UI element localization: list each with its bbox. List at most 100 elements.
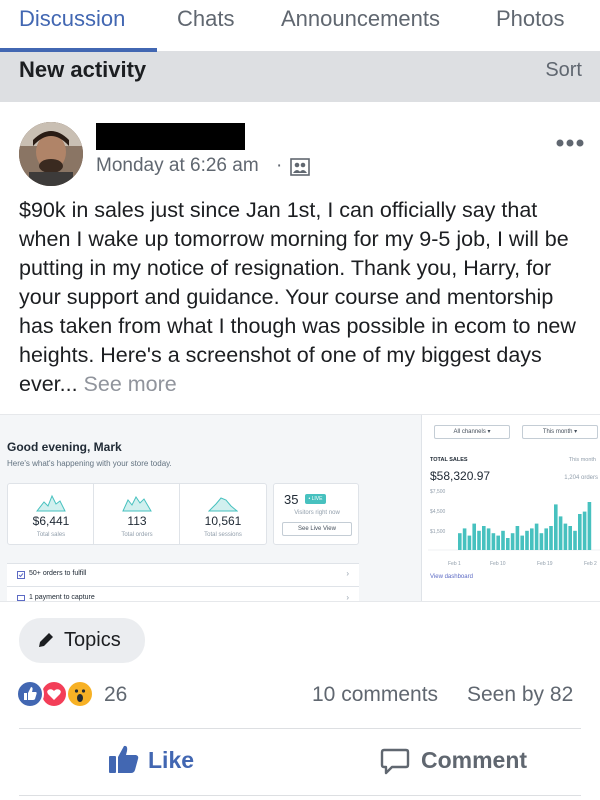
live-subtitle: Visitors right now xyxy=(294,510,340,516)
period-dropdown: This month ▾ xyxy=(522,425,598,439)
chevron-right-icon: › xyxy=(346,593,349,602)
channel-dropdown: All channels ▾ xyxy=(434,425,510,439)
sparkline-icon xyxy=(208,497,238,512)
chart-bar xyxy=(544,528,548,550)
shot-stat-value: $6,441 xyxy=(32,514,70,528)
chart-bar xyxy=(515,526,520,550)
reaction-count[interactable]: 26 xyxy=(104,683,127,707)
shot-sales-panel: All channels ▾ This month ▾ TOTAL SALES … xyxy=(421,415,600,601)
chart-bar xyxy=(558,516,563,550)
chart-bar xyxy=(520,535,524,550)
x-tick-label: Feb 19 xyxy=(537,561,553,567)
post-text: $90k in sales just since Jan 1st, I can … xyxy=(19,196,587,399)
divider xyxy=(19,728,581,729)
topics-label: Topics xyxy=(64,629,121,651)
chart-bar xyxy=(568,526,572,550)
chart-bar xyxy=(539,533,544,550)
more-options-icon[interactable] xyxy=(555,138,585,148)
author-name-redacted xyxy=(96,123,245,150)
shot-stat-label: Total sales xyxy=(36,532,66,538)
chart-bar xyxy=(534,523,539,550)
see-more-link[interactable]: See more xyxy=(84,372,177,396)
shot-stat-sessions: 10,561 Total sessions xyxy=(180,484,266,544)
shot-live-card: 35 • LIVE Visitors right now See Live Vi… xyxy=(273,483,359,545)
chart-bar xyxy=(563,523,568,550)
chart-bar xyxy=(467,535,472,550)
sales-bar-chart: $7,500 $4,500 $1,500 Feb 1 Feb 10 Feb 19… xyxy=(428,489,600,567)
view-dashboard-link: View dashboard xyxy=(430,574,473,580)
comments-count[interactable]: 10 comments xyxy=(312,683,438,707)
shot-stat-label: Total orders xyxy=(121,532,153,538)
shot-stats-card: $6,441 Total sales 113 Total orders 10,5… xyxy=(7,483,267,545)
chart-bar xyxy=(477,530,481,550)
chart-bar xyxy=(472,523,476,550)
reaction-icons[interactable] xyxy=(16,680,100,710)
live-badge: • LIVE xyxy=(305,494,326,504)
chart-bar xyxy=(491,533,496,550)
tab-photos[interactable]: Photos xyxy=(496,6,565,32)
thumbs-up-icon xyxy=(109,745,139,773)
sparkline-icon xyxy=(36,494,66,512)
author-avatar[interactable] xyxy=(19,122,83,186)
chart-bar xyxy=(510,533,515,550)
meta-separator: · xyxy=(276,155,283,176)
chevron-right-icon: › xyxy=(346,569,349,578)
chart-bar xyxy=(549,526,553,550)
chart-bar xyxy=(486,528,491,550)
payment-icon xyxy=(17,595,25,601)
see-live-view-button: See Live View xyxy=(282,522,352,536)
shot-stat-label: Total sessions xyxy=(204,532,242,538)
total-sales-period: This month xyxy=(568,457,596,463)
task-divider xyxy=(7,586,359,587)
seen-by-count[interactable]: Seen by 82 xyxy=(467,683,573,707)
y-tick-label: $4,500 xyxy=(430,509,446,515)
chart-bar xyxy=(554,504,558,550)
total-orders: 1,204 orders xyxy=(564,475,598,481)
like-button[interactable]: Like xyxy=(100,738,220,782)
chart-bar xyxy=(582,511,587,550)
shot-stat-orders: 113 Total orders xyxy=(94,484,180,544)
comment-label: Comment xyxy=(421,747,528,773)
chart-bar xyxy=(530,528,534,550)
chart-bar xyxy=(525,530,529,550)
like-reaction-icon xyxy=(16,680,44,708)
task-payment: 1 payment to capture xyxy=(29,594,95,601)
chart-bar xyxy=(587,502,592,550)
comment-button[interactable]: Comment xyxy=(376,738,546,782)
group-audience-icon xyxy=(290,158,310,176)
attached-screenshot[interactable]: Good evening, Mark Here's what's happeni… xyxy=(0,414,600,602)
shot-stat-sales: $6,441 Total sales xyxy=(8,484,94,544)
chart-bar xyxy=(501,530,505,550)
total-sales-title: TOTAL SALES xyxy=(430,457,468,463)
like-label: Like xyxy=(148,747,195,773)
post-body-text: $90k in sales just since Jan 1st, I can … xyxy=(19,198,576,396)
shot-greeting: Good evening, Mark xyxy=(7,440,122,454)
x-tick-label: Feb 2 xyxy=(584,561,597,567)
y-tick-label: $1,500 xyxy=(430,529,446,535)
tab-chats[interactable]: Chats xyxy=(177,6,234,32)
tab-announcements[interactable]: Announcements xyxy=(281,6,440,32)
love-reaction-icon xyxy=(40,680,68,708)
sparkline-icon xyxy=(122,496,152,512)
task-fulfill: 50+ orders to fulfill xyxy=(29,570,87,577)
chart-bar xyxy=(506,538,510,550)
tab-discussion[interactable]: Discussion xyxy=(19,6,125,32)
chart-bar xyxy=(458,533,462,550)
chart-bar xyxy=(496,535,500,550)
chart-bar xyxy=(482,526,486,550)
shot-stat-value: 10,561 xyxy=(204,514,242,528)
wow-reaction-icon xyxy=(66,680,94,708)
chart-bar xyxy=(573,530,577,550)
chart-bar xyxy=(578,514,582,550)
shot-task-list: 50+ orders to fulfill › 1 payment to cap… xyxy=(7,563,359,602)
section-title: New activity xyxy=(19,57,147,82)
sort-button[interactable]: Sort xyxy=(545,59,582,82)
x-tick-label: Feb 1 xyxy=(448,561,461,567)
live-visitor-count: 35 xyxy=(284,492,299,507)
shot-stat-value: 113 xyxy=(127,514,147,528)
comment-bubble-icon xyxy=(380,748,410,775)
y-tick-label: $7,500 xyxy=(430,489,446,495)
shot-subtitle: Here's what's happening with your store … xyxy=(7,459,172,468)
post-timestamp[interactable]: Monday at 6:26 am xyxy=(96,155,259,177)
topics-button[interactable]: Topics xyxy=(19,618,145,663)
